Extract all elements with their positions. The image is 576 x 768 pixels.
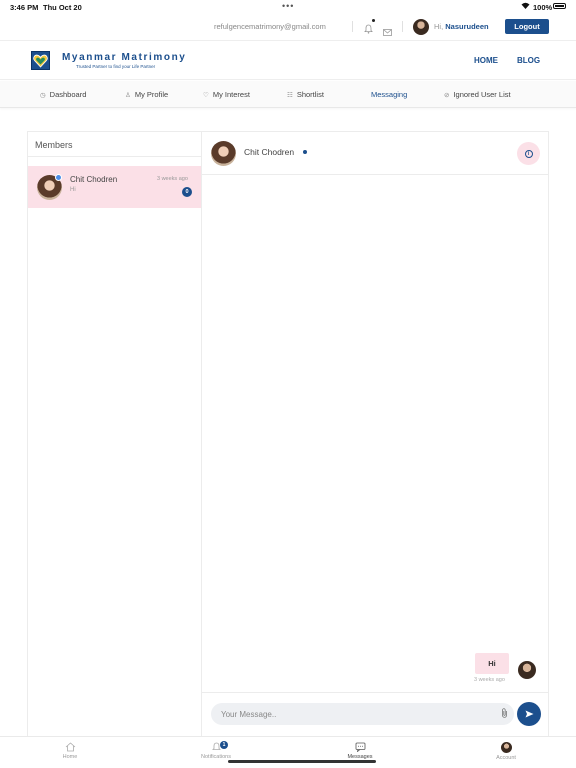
clock-icon: ◷	[40, 91, 46, 99]
user-name: Nasurudeen	[445, 22, 489, 31]
menu-item-label: Messaging	[371, 90, 408, 99]
block-icon: ⊘	[444, 91, 450, 99]
send-icon	[525, 710, 533, 718]
menu-item-label: Ignored User List	[453, 90, 511, 99]
notification-count-badge: 1	[220, 741, 228, 749]
logout-button[interactable]: Logout	[505, 19, 549, 34]
menu-item-label: My Profile	[134, 90, 169, 99]
tab-label: Account	[496, 755, 516, 761]
status-bar: 3:46 PM Thu Oct 20 ••• 100%	[0, 0, 576, 14]
contact-name[interactable]: Chit Chodren	[244, 147, 294, 157]
message-time: 3 weeks ago	[474, 677, 505, 683]
messaging-panel: Members Chit Chodren 3 weeks ago Hi 0 Ch…	[27, 131, 549, 741]
heart-icon: ♡	[203, 91, 209, 99]
divider	[402, 21, 403, 32]
mail-icon[interactable]	[383, 23, 392, 36]
divider	[352, 21, 353, 32]
greeting-text: Hi,	[434, 22, 444, 31]
status-time: 3:46 PM	[10, 3, 39, 12]
member-last-time: 3 weeks ago	[157, 176, 188, 182]
sender-avatar	[518, 661, 536, 679]
member-item[interactable]: Chit Chodren 3 weeks ago Hi 0	[28, 166, 201, 208]
message-bubble: Hi	[475, 653, 509, 674]
multitask-dots-icon[interactable]: •••	[282, 1, 294, 11]
divider	[202, 692, 549, 693]
message-input[interactable]	[211, 703, 514, 725]
online-status-dot	[55, 174, 62, 181]
bottom-tab-bar: Home 1 Notifications Messages Account	[0, 736, 576, 768]
tab-home[interactable]: Home	[40, 742, 100, 760]
conversation-pane: Chit Chodren i Hi 3 weeks ago	[202, 132, 549, 740]
tab-account[interactable]: Account	[476, 742, 536, 761]
menu-item-dashboard[interactable]: ◷ Dashboard	[40, 90, 86, 99]
home-icon	[65, 742, 75, 752]
notification-dot	[372, 19, 375, 22]
online-status-dot	[303, 150, 307, 154]
contact-avatar[interactable]	[211, 141, 236, 166]
user-avatar[interactable]	[413, 19, 429, 35]
dashboard-menu: ◷ Dashboard ♙ My Profile ♡ My Interest ☷…	[0, 81, 576, 108]
account-bar: refulgencematrimony@gmail.com Hi, Nasuru…	[0, 14, 576, 40]
brand-tagline: Trusted Partner to find your Life Partne…	[76, 64, 156, 69]
members-list: Members Chit Chodren 3 weeks ago Hi 0	[28, 132, 202, 740]
members-title: Members	[35, 140, 73, 150]
contact-email[interactable]: refulgencematrimony@gmail.com	[214, 22, 326, 31]
info-button[interactable]: i	[517, 142, 540, 165]
menu-item-label: My Interest	[212, 90, 250, 99]
member-name: Chit Chodren	[70, 175, 118, 184]
unread-count-badge: 0	[182, 187, 192, 197]
menu-item-ignored-user-list[interactable]: ⊘ Ignored User List	[444, 90, 511, 99]
menu-item-shortlist[interactable]: ☷ Shortlist	[287, 90, 324, 99]
list-icon: ☷	[287, 91, 293, 99]
battery-percent: 100%	[533, 3, 553, 12]
attachment-icon[interactable]	[501, 708, 508, 720]
user-greeting[interactable]: Hi, Nasurudeen	[434, 22, 489, 31]
menu-item-label: Dashboard	[49, 90, 87, 99]
tab-messages[interactable]: Messages	[330, 742, 390, 760]
tab-label: Home	[62, 754, 78, 760]
divider	[28, 156, 201, 157]
menu-item-my-profile[interactable]: ♙ My Profile	[125, 90, 168, 99]
info-icon: i	[524, 149, 533, 158]
send-button[interactable]	[517, 702, 541, 726]
brand-name[interactable]: Myanmar Matrimony	[62, 52, 186, 63]
conversation-header: Chit Chodren i	[202, 132, 549, 175]
avatar-icon	[500, 742, 512, 753]
status-date: Thu Oct 20	[43, 3, 82, 12]
site-header: Myanmar Matrimony Trusted Partner to fin…	[0, 40, 576, 80]
menu-item-messaging[interactable]: Messaging	[371, 90, 407, 99]
tab-label: Notifications	[201, 754, 231, 760]
menu-item-my-interest[interactable]: ♡ My Interest	[203, 90, 250, 99]
member-last-message: Hi	[70, 187, 76, 193]
logo-heart-icon[interactable]	[31, 51, 50, 70]
home-indicator[interactable]	[228, 760, 376, 763]
chat-icon	[355, 742, 365, 752]
user-icon: ♙	[125, 91, 131, 99]
wifi-icon	[521, 2, 530, 11]
menu-item-label: Shortlist	[296, 90, 324, 99]
nav-blog-link[interactable]: BLOG	[517, 56, 540, 65]
battery-icon	[553, 3, 566, 9]
tab-notifications[interactable]: 1 Notifications	[186, 741, 246, 760]
nav-home-link[interactable]: HOME	[474, 56, 498, 65]
bell-icon[interactable]	[364, 21, 373, 34]
